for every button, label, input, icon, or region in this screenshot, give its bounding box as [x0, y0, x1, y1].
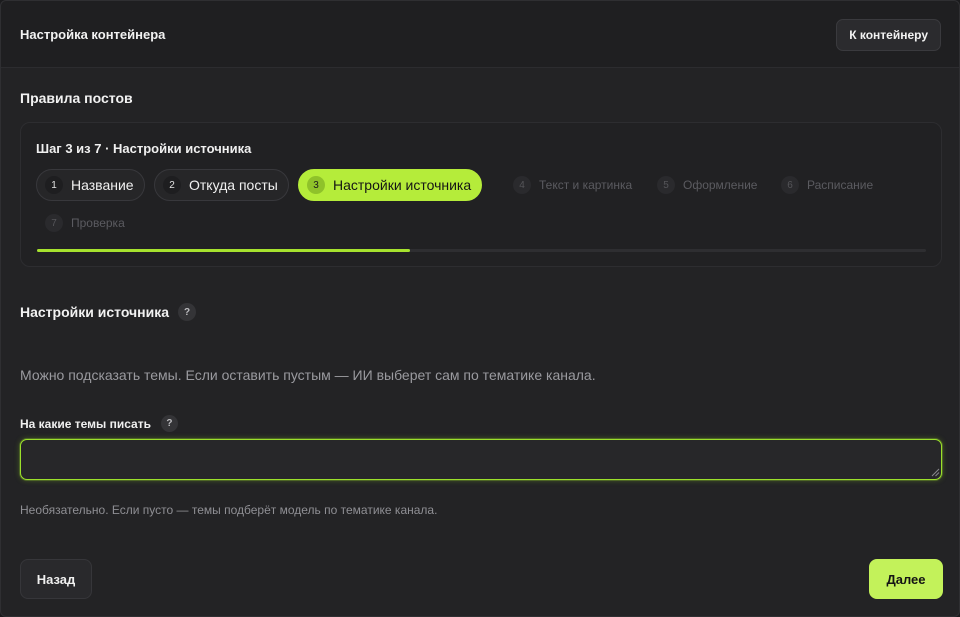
step-number: 7 — [45, 214, 63, 232]
to-container-button[interactable]: К контейнеру — [836, 19, 941, 51]
step-number: 3 — [307, 176, 325, 194]
step-number: 5 — [657, 176, 675, 194]
source-settings-hint: Можно подсказать темы. Если оставить пус… — [20, 367, 596, 383]
source-settings-title: Настройки источника ? — [20, 303, 197, 321]
topics-help-text: Необязательно. Если пусто — темы подберё… — [20, 503, 438, 517]
next-button[interactable]: Далее — [869, 559, 943, 599]
step-number: 2 — [163, 176, 181, 194]
topics-label-text: На какие темы писать — [20, 416, 151, 431]
step-chip-1[interactable]: 1 Название — [36, 169, 145, 201]
back-button[interactable]: Назад — [20, 559, 92, 599]
step-chip-3[interactable]: 3 Настройки источника — [298, 169, 483, 201]
progress-bar-fill — [37, 249, 411, 252]
resize-grip-icon[interactable] — [931, 468, 940, 477]
step-label: Текст и картинка — [539, 178, 633, 192]
container-settings-panel: Настройка контейнера К контейнеру Правил… — [0, 0, 960, 617]
step-label: Оформление — [683, 178, 758, 192]
step-label: Проверка — [71, 216, 125, 230]
header-bar: Настройка контейнера К контейнеру — [1, 1, 959, 68]
topics-field-label: На какие темы писать ? — [20, 415, 178, 432]
progress-bar — [37, 249, 926, 252]
stepper-card: Шаг 3 из 7 · Настройки источника 1 Назва… — [20, 122, 942, 267]
step-caption: Шаг 3 из 7 · Настройки источника — [36, 141, 252, 156]
page-title: Настройка контейнера — [20, 27, 166, 42]
step-chip-2[interactable]: 2 Откуда посты — [154, 169, 289, 201]
step-label: Откуда посты — [189, 177, 278, 193]
step-number: 1 — [45, 176, 63, 194]
step-label: Расписание — [807, 178, 874, 192]
step-chip-5[interactable]: 5 Оформление — [648, 169, 768, 201]
step-chip-4[interactable]: 4 Текст и картинка — [504, 169, 643, 201]
topics-input[interactable] — [20, 439, 942, 480]
step-number: 4 — [513, 176, 531, 194]
step-number: 6 — [781, 176, 799, 194]
step-chip-6[interactable]: 6 Расписание — [772, 169, 884, 201]
help-icon[interactable]: ? — [160, 415, 178, 432]
source-settings-title-text: Настройки источника — [20, 304, 170, 320]
step-label: Название — [71, 177, 134, 193]
section-title: Правила постов — [20, 90, 133, 106]
help-icon[interactable]: ? — [178, 303, 197, 321]
step-chip-7[interactable]: 7 Проверка — [36, 207, 136, 239]
step-label: Настройки источника — [333, 177, 472, 193]
